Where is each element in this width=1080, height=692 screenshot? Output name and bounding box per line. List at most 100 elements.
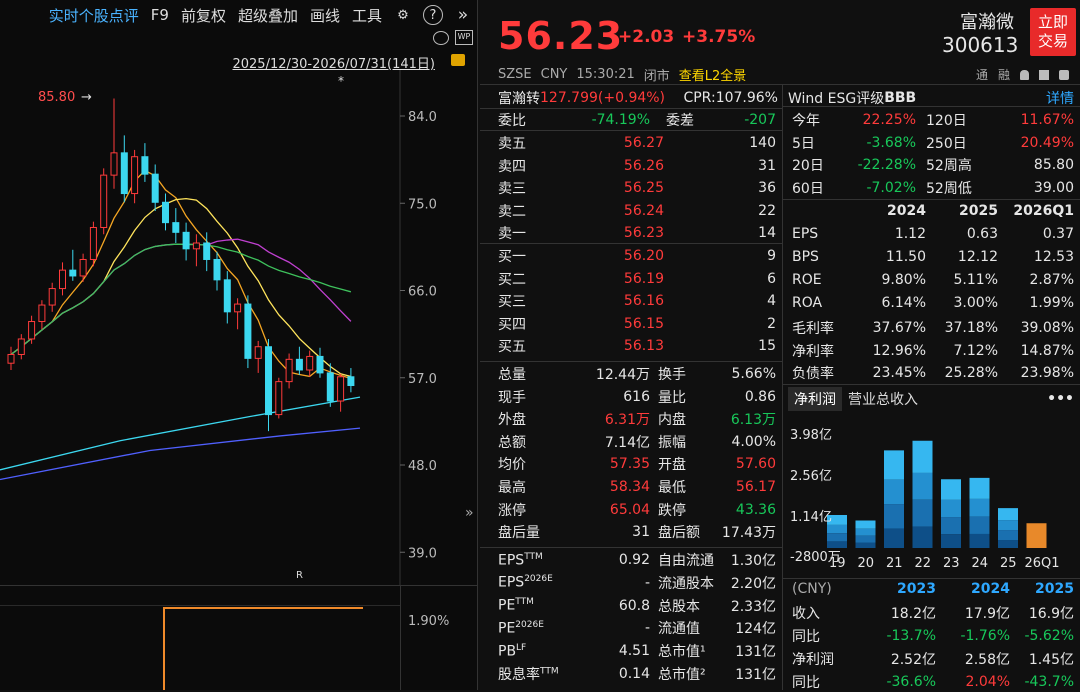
- tong-button[interactable]: 通: [976, 66, 988, 83]
- annual-row: 净利润 2.52亿 2.58亿 1.45亿: [792, 649, 1074, 669]
- candlestick[interactable]: [295, 346, 303, 375]
- profit-bar[interactable]: [1026, 523, 1047, 548]
- candlestick[interactable]: [162, 193, 169, 231]
- candlestick[interactable]: [306, 350, 314, 377]
- profit-bar[interactable]: [912, 440, 933, 548]
- annual-value: -5.62%: [1024, 628, 1074, 644]
- sell-level-row[interactable]: 卖五 56.27 140: [498, 133, 776, 153]
- valuation-row: EPSTTM 0.92 自由流通 1.30亿: [498, 550, 776, 570]
- sell-level-row[interactable]: 卖三 56.25 36: [498, 178, 776, 198]
- sell-level-row[interactable]: 卖一 56.23 14: [498, 223, 776, 243]
- fin-value: 1.99%: [1029, 294, 1074, 311]
- help-icon[interactable]: ?: [423, 5, 443, 25]
- expand-panel-icon[interactable]: »: [465, 505, 474, 521]
- candlestick[interactable]: [48, 282, 56, 312]
- fin-value: 11.50: [885, 248, 926, 265]
- valuation-label-2: 总股本: [658, 598, 700, 615]
- high-price-marker: 85.80: [38, 90, 76, 105]
- candlestick[interactable]: [69, 249, 77, 281]
- sell-level-row[interactable]: 卖四 56.26 31: [498, 156, 776, 176]
- user-icon[interactable]: [1059, 69, 1070, 80]
- sell-level-price: 56.25: [623, 180, 664, 196]
- forward-adjust-button[interactable]: 前复权: [175, 5, 232, 26]
- buy-level-row[interactable]: 买二 56.19 6: [498, 269, 776, 289]
- candlestick[interactable]: [59, 262, 66, 296]
- stat-row: 外盘 6.31万 内盘 6.13万: [498, 409, 776, 429]
- candlestick[interactable]: [182, 222, 190, 261]
- candlestick[interactable]: [7, 346, 15, 370]
- buy-level-row[interactable]: 买四 56.15 2: [498, 314, 776, 334]
- rong-button[interactable]: 融: [998, 66, 1010, 83]
- sell-level-row[interactable]: 卖二 56.24 22: [498, 201, 776, 221]
- candlestick[interactable]: [131, 149, 139, 204]
- lock-icon[interactable]: [451, 54, 465, 66]
- gear-icon[interactable]: ⚙: [393, 5, 413, 25]
- candlestick[interactable]: [110, 98, 118, 189]
- valuation-label: PBLF: [498, 642, 527, 660]
- l2-panorama-link[interactable]: 查看L2全景: [679, 65, 747, 84]
- profit-x-label: 23: [943, 556, 960, 571]
- candlestick[interactable]: [151, 164, 159, 212]
- stat-value-2: 6.13万: [730, 412, 776, 429]
- draw-line-button[interactable]: 画线: [304, 5, 346, 26]
- candlestick[interactable]: [326, 363, 334, 407]
- sell-level-price: 56.26: [623, 157, 664, 174]
- valuation-value-2: 124亿: [735, 621, 776, 638]
- valuation-label: EPS2026E: [498, 574, 553, 592]
- candlestick[interactable]: [265, 338, 272, 432]
- perf-row: 20日 -22.28% 52周高 85.80: [792, 155, 1074, 175]
- candlestick[interactable]: [285, 353, 293, 389]
- candlestick[interactable]: [244, 295, 252, 369]
- kline-chart-pane[interactable]: 实时个股点评 F9 前复权 超级叠加 画线 工具 ⚙ ? » WP 2025/1…: [0, 0, 478, 690]
- candlestick[interactable]: [275, 377, 283, 419]
- trade-now-button[interactable]: 立即 交易: [1030, 8, 1076, 56]
- bell-icon[interactable]: [1020, 69, 1030, 80]
- candlestick[interactable]: [89, 221, 97, 267]
- candlestick[interactable]: [141, 143, 149, 182]
- chevrons-right-icon[interactable]: »: [453, 5, 473, 25]
- y-axis-tick: 84.0: [408, 110, 437, 125]
- live-icon[interactable]: [433, 31, 449, 45]
- buy-level-row[interactable]: 买三 56.16 4: [498, 291, 776, 311]
- valuation-label: EPSTTM: [498, 551, 543, 569]
- candlestick[interactable]: [38, 300, 46, 330]
- profit-bar[interactable]: [941, 479, 961, 548]
- candlestick[interactable]: [347, 368, 355, 393]
- candlestick[interactable]: [316, 347, 324, 378]
- f9-button[interactable]: F9: [145, 6, 175, 24]
- sub-indicator-line-vertical: [163, 607, 165, 690]
- realtime-comment-button[interactable]: 实时个股点评: [43, 5, 145, 26]
- fin-value: 6.14%: [881, 294, 926, 311]
- candlestick[interactable]: [17, 334, 25, 360]
- candlestick[interactable]: [120, 135, 128, 203]
- perf-value-2: 85.80: [1033, 157, 1074, 174]
- sell-level-label: 卖一: [498, 226, 526, 242]
- candlestick[interactable]: [337, 373, 345, 412]
- candlestick[interactable]: [172, 208, 180, 243]
- chart-toolbar: 实时个股点评 F9 前复权 超级叠加 画线 工具 ⚙ ? »: [0, 0, 478, 30]
- alert-icon[interactable]: [1039, 69, 1050, 80]
- esg-detail-link[interactable]: 详情: [1046, 88, 1074, 108]
- profit-bar[interactable]: [998, 508, 1018, 548]
- buy-level-row[interactable]: 买一 56.20 9: [498, 246, 776, 266]
- y-axis-tick: 57.0: [408, 372, 437, 387]
- profit-bar[interactable]: [884, 450, 904, 548]
- profit-bar[interactable]: [969, 477, 990, 548]
- valuation-label: 股息率TTM: [498, 666, 559, 683]
- wp-icon[interactable]: WP: [455, 30, 473, 45]
- candlestick[interactable]: [223, 271, 231, 324]
- candlestick[interactable]: [100, 168, 108, 235]
- moving-average-line: [0, 427, 361, 481]
- tools-button[interactable]: 工具: [346, 5, 388, 26]
- candlestick[interactable]: [254, 340, 262, 373]
- profit-bar[interactable]: [855, 520, 876, 549]
- conv-bond-label[interactable]: 富瀚转: [498, 88, 540, 108]
- candlestick[interactable]: [234, 298, 242, 330]
- buy-level-row[interactable]: 买五 56.13 15: [498, 336, 776, 356]
- candlestick[interactable]: [192, 234, 200, 267]
- candlestick[interactable]: [213, 251, 221, 291]
- super-overlay-button[interactable]: 超级叠加: [232, 5, 304, 26]
- valuation-label: PETTM: [498, 597, 534, 614]
- stat-label-2: 振幅: [658, 434, 686, 451]
- more-icon[interactable]: •••: [1047, 391, 1074, 407]
